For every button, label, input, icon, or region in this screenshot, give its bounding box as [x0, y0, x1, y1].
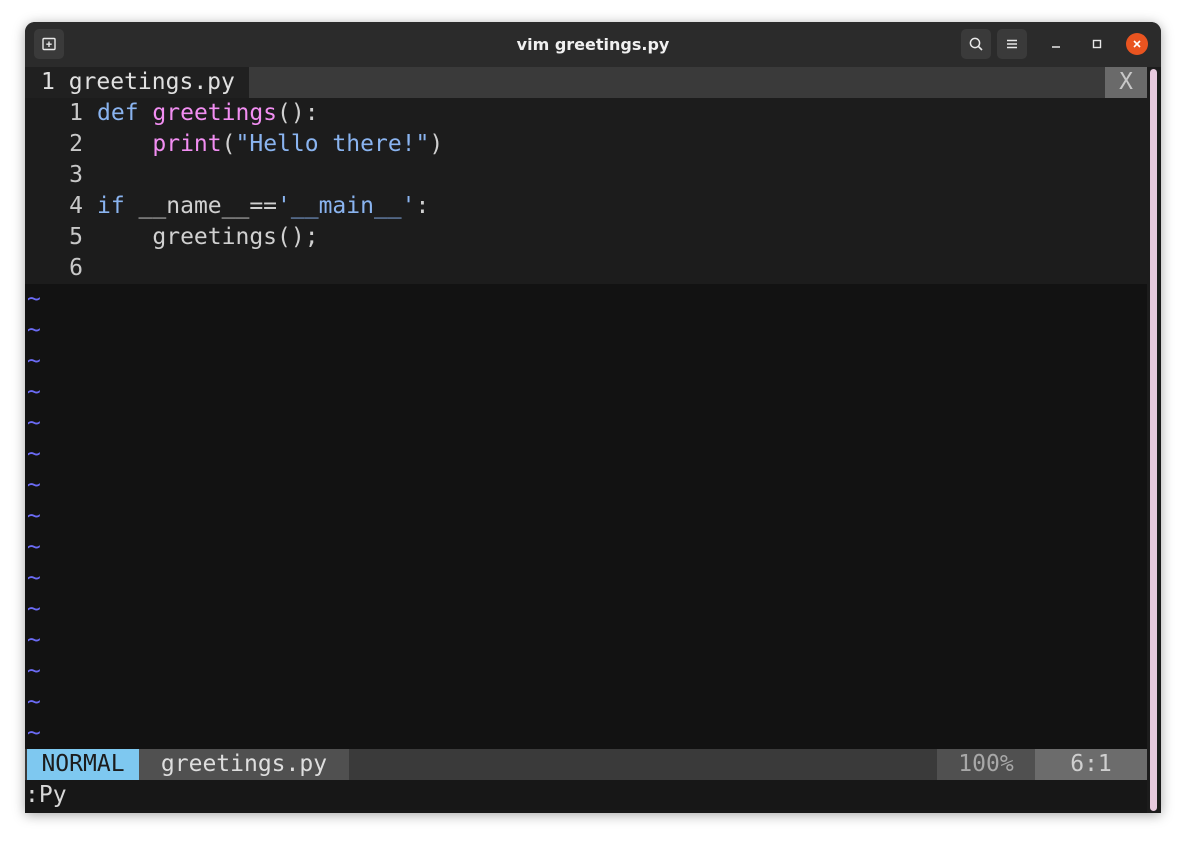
empty-line-tilde: ~	[27, 720, 41, 746]
string-literal: "Hello there!"	[235, 131, 430, 157]
cursor-position: 6:1	[1035, 749, 1147, 780]
command-text: :Py	[25, 782, 67, 808]
code-text: )	[429, 131, 444, 157]
status-filename: greetings.py	[139, 749, 349, 780]
code-line: 6	[25, 253, 1147, 284]
empty-line-tilde: ~	[27, 503, 41, 529]
code-line: 3	[25, 160, 1147, 191]
empty-line-tilde: ~	[27, 441, 41, 467]
terminal-window: vim greetings.py 1 greetings.py X 1 def …	[25, 22, 1161, 813]
menu-button[interactable]	[997, 29, 1027, 59]
keyword-def: def	[97, 100, 139, 126]
empty-line-tilde: ~	[27, 472, 41, 498]
new-tab-button[interactable]	[34, 29, 64, 59]
empty-line-tilde: ~	[27, 627, 41, 653]
code-text: (	[221, 131, 236, 157]
empty-line-tilde: ~	[27, 317, 41, 343]
scrollbar[interactable]	[1147, 67, 1161, 813]
code-line: 2 print("Hello there!")	[25, 129, 1147, 160]
builtin-print: print	[152, 131, 222, 157]
empty-line-tilde: ~	[27, 596, 41, 622]
command-line[interactable]: :Py	[25, 780, 1147, 813]
code-text: :	[415, 193, 430, 219]
code-text: __name__==	[124, 193, 278, 219]
empty-line-tilde: ~	[27, 286, 41, 312]
status-percent: 100%	[937, 749, 1035, 780]
function-name: greetings	[152, 100, 278, 126]
empty-line-tilde: ~	[27, 689, 41, 715]
mode-indicator: NORMAL	[27, 749, 139, 780]
vim-editor[interactable]: 1 greetings.py X 1 def greetings(): 2 pri…	[25, 67, 1147, 813]
line-number: 2	[69, 131, 83, 157]
tab-greetings-py[interactable]: 1 greetings.py	[25, 67, 249, 98]
line-number: 1	[69, 100, 83, 126]
minimize-icon	[1052, 46, 1060, 48]
maximize-button[interactable]	[1086, 33, 1108, 55]
scrollbar-thumb[interactable]	[1150, 69, 1157, 811]
keyword-if: if	[97, 193, 125, 219]
search-icon	[969, 37, 983, 51]
new-tab-icon	[42, 37, 56, 51]
close-icon	[1133, 40, 1141, 48]
search-button[interactable]	[961, 29, 991, 59]
empty-line-tilde: ~	[27, 348, 41, 374]
minimize-button[interactable]	[1045, 33, 1067, 55]
vim-statusline: NORMAL greetings.py 100% 6:1	[25, 749, 1147, 780]
empty-line-tilde: ~	[27, 534, 41, 560]
title-bar: vim greetings.py	[25, 22, 1161, 68]
code-text: ():	[277, 100, 319, 126]
vim-tabline: 1 greetings.py X	[25, 67, 1147, 98]
empty-line-tilde: ~	[27, 379, 41, 405]
code-line: 5 greetings();	[25, 222, 1147, 253]
code-text: greetings();	[152, 224, 319, 250]
code-area[interactable]: 1 def greetings(): 2 print("Hello there!"…	[25, 98, 1147, 284]
empty-line-tilde: ~	[27, 565, 41, 591]
code-line: 4 if __name__=='__main__':	[25, 191, 1147, 222]
line-number: 5	[69, 224, 83, 250]
maximize-icon	[1092, 39, 1102, 49]
line-number: 4	[69, 193, 83, 219]
hamburger-menu-icon	[1007, 39, 1017, 49]
empty-line-tilde: ~	[27, 410, 41, 436]
close-button[interactable]	[1126, 33, 1148, 55]
line-number: 6	[69, 255, 83, 281]
empty-line-tilde: ~	[27, 658, 41, 684]
tab-close-button[interactable]: X	[1105, 67, 1147, 98]
string-literal: '__main__'	[277, 193, 416, 219]
code-line: 1 def greetings():	[25, 98, 1147, 129]
line-number: 3	[69, 162, 83, 188]
